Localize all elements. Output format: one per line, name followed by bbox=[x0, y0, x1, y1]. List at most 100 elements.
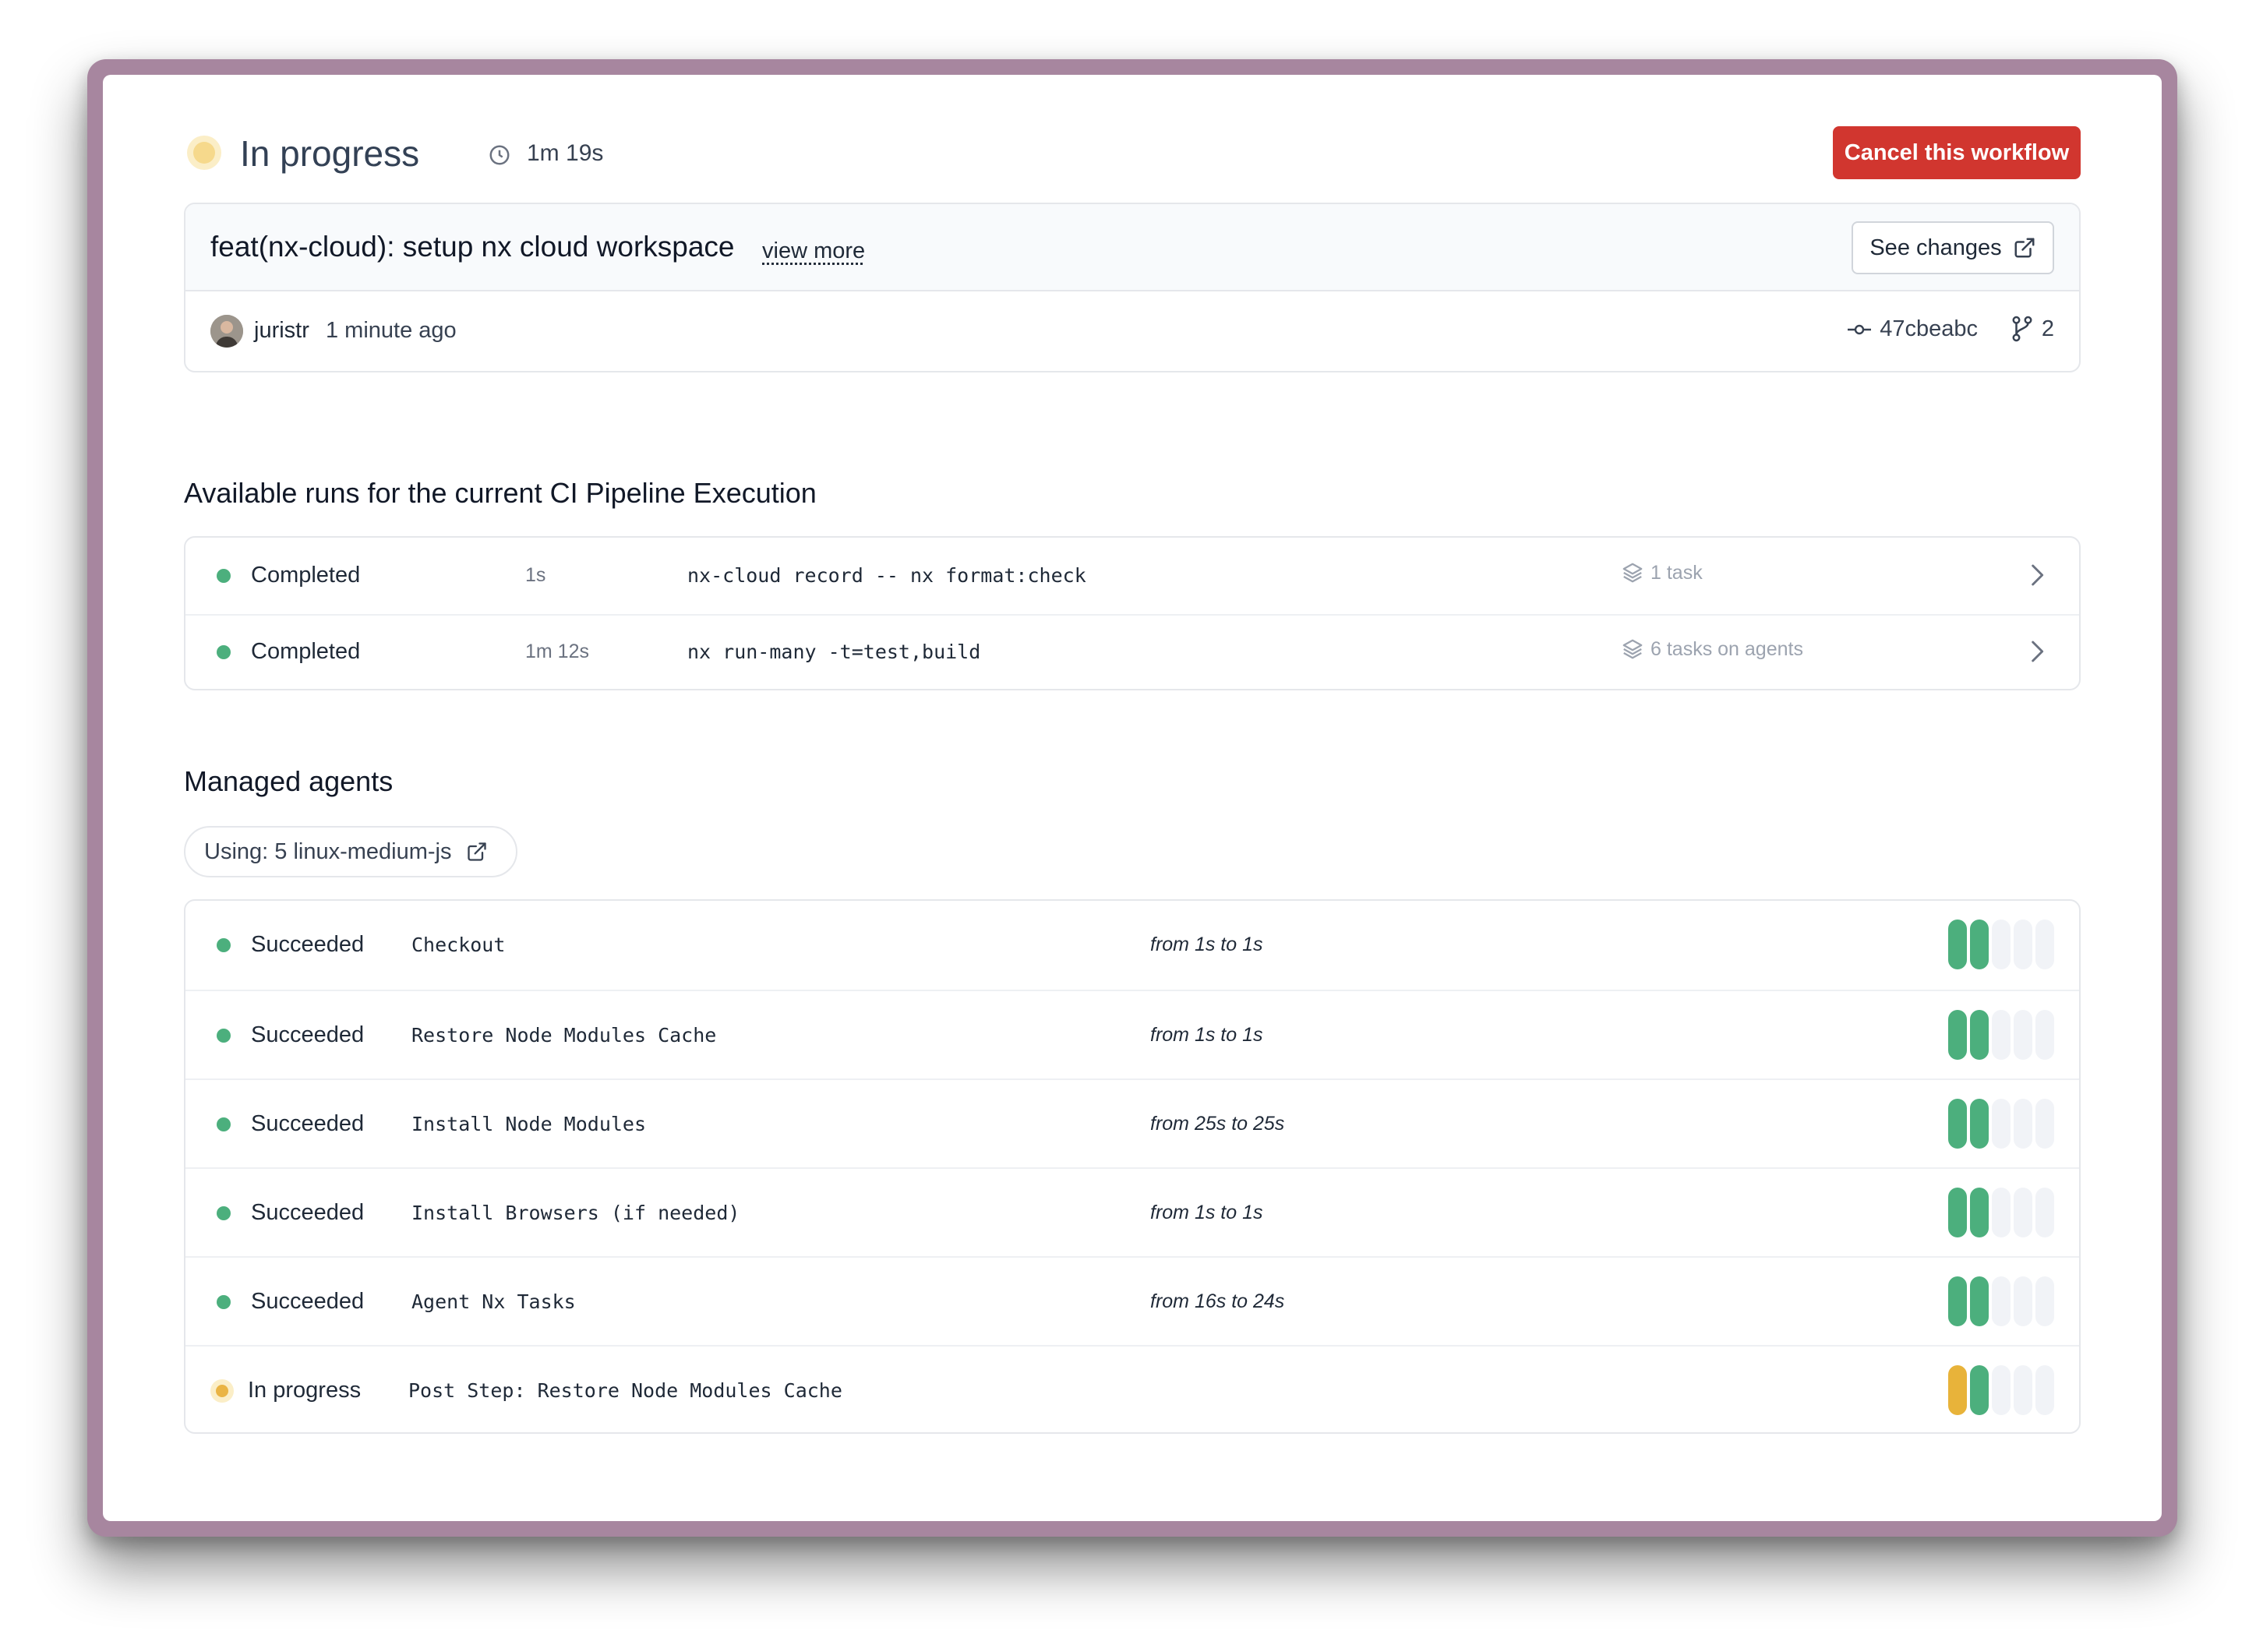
agent-step-range: from 25s to 25s bbox=[1150, 1113, 1285, 1135]
agent-bar bbox=[1970, 1099, 1989, 1149]
run-tasks-label: 6 tasks on agents bbox=[1650, 637, 1803, 660]
commit-hash-label: 47cbeabc bbox=[1880, 316, 1978, 341]
agent-step-row[interactable]: Succeeded Restore Node Modules Cache fro… bbox=[185, 990, 2079, 1078]
agent-bar bbox=[1948, 1099, 1967, 1149]
agent-step-name: Restore Node Modules Cache bbox=[411, 1024, 717, 1047]
agent-bar bbox=[1992, 920, 2011, 969]
agent-bar bbox=[1970, 1010, 1989, 1060]
agent-bar bbox=[1992, 1010, 2011, 1060]
clock-icon bbox=[489, 145, 510, 165]
branch-count[interactable]: 2 bbox=[2011, 315, 2054, 343]
run-duration: 1m 12s bbox=[525, 641, 589, 662]
agent-bar bbox=[1948, 920, 1967, 969]
agent-step-row[interactable]: Succeeded Agent Nx Tasks from 16s to 24s bbox=[185, 1256, 2079, 1345]
agent-bar bbox=[1992, 1099, 2011, 1149]
run-tasks: 6 tasks on agents bbox=[1621, 637, 1803, 661]
run-row[interactable]: Completed 1m 12s nx run-many -t=test,bui… bbox=[185, 614, 2079, 689]
agent-bar bbox=[1970, 1365, 1989, 1415]
agent-step-name: Install Node Modules bbox=[411, 1113, 647, 1135]
agent-bar bbox=[2014, 920, 2032, 969]
agent-step-range: from 1s to 1s bbox=[1150, 1024, 1263, 1046]
commit-meta: juristr 1 minute ago 47cbeabc 2 bbox=[185, 291, 2079, 371]
cancel-workflow-button[interactable]: Cancel this workflow bbox=[1833, 126, 2081, 179]
agent-step-row[interactable]: Succeeded Install Browsers (if needed) f… bbox=[185, 1167, 2079, 1256]
window-frame: In progress 1m 19s Cancel this workflow … bbox=[87, 59, 2177, 1537]
agent-bar bbox=[1948, 1010, 1967, 1060]
layers-icon bbox=[1622, 639, 1643, 659]
completed-status-icon bbox=[217, 569, 231, 583]
agent-bar bbox=[1970, 920, 1989, 969]
run-tasks-label: 1 task bbox=[1650, 561, 1703, 584]
run-status: Completed bbox=[251, 639, 361, 664]
succeeded-status-icon bbox=[217, 1206, 231, 1220]
agent-bar bbox=[1992, 1276, 2011, 1326]
agent-step-status: In progress bbox=[248, 1378, 362, 1403]
agent-bar bbox=[2014, 1099, 2032, 1149]
agent-bar bbox=[2035, 1365, 2054, 1415]
agent-step-status: Succeeded bbox=[251, 1022, 365, 1047]
agent-step-row[interactable]: Succeeded Install Node Modules from 25s … bbox=[185, 1078, 2079, 1167]
succeeded-status-icon bbox=[217, 1117, 231, 1131]
author-avatar bbox=[210, 315, 243, 348]
agent-bar bbox=[2035, 920, 2054, 969]
workflow-status-title: In progress bbox=[240, 133, 420, 174]
agent-step-range: from 16s to 24s bbox=[1150, 1290, 1285, 1312]
runs-list: Completed 1s nx-cloud record -- nx forma… bbox=[184, 536, 2081, 690]
agent-step-row[interactable]: Succeeded Checkout from 1s to 1s bbox=[185, 901, 2079, 990]
see-changes-label: See changes bbox=[1869, 235, 2002, 260]
agent-step-status: Succeeded bbox=[251, 932, 365, 957]
agent-bars bbox=[1948, 920, 2054, 969]
agent-bar bbox=[1992, 1188, 2011, 1237]
workflow-header: In progress 1m 19s Cancel this workflow bbox=[184, 126, 2081, 182]
agents-using-link[interactable]: Using: 5 linux-medium-js bbox=[184, 826, 517, 877]
agent-step-status: Succeeded bbox=[251, 1200, 365, 1225]
agent-step-row[interactable]: In progress Post Step: Restore Node Modu… bbox=[185, 1345, 2079, 1432]
agent-bar bbox=[1948, 1365, 1967, 1415]
agent-step-range: from 1s to 1s bbox=[1150, 934, 1263, 955]
see-changes-button[interactable]: See changes bbox=[1852, 221, 2054, 274]
agent-bar bbox=[2035, 1099, 2054, 1149]
commit-hash[interactable]: 47cbeabc bbox=[1847, 316, 1978, 342]
agent-bar bbox=[2035, 1010, 2054, 1060]
agent-step-name: Post Step: Restore Node Modules Cache bbox=[408, 1379, 842, 1402]
run-command: nx-cloud record -- nx format:check bbox=[687, 564, 1086, 587]
commit-message: feat(nx-cloud): setup nx cloud workspace bbox=[210, 231, 735, 263]
branch-count-label: 2 bbox=[2041, 316, 2054, 341]
in-progress-status-icon bbox=[210, 1379, 234, 1403]
git-commit-icon bbox=[1848, 324, 1872, 334]
agent-step-status: Succeeded bbox=[251, 1111, 365, 1136]
agent-step-name: Agent Nx Tasks bbox=[411, 1290, 576, 1313]
agent-bars bbox=[1948, 1010, 2054, 1060]
agents-using-label: Using: 5 linux-medium-js bbox=[204, 838, 452, 864]
workflow-duration: 1m 19s bbox=[527, 140, 604, 166]
agent-bar bbox=[1970, 1276, 1989, 1326]
run-command: nx run-many -t=test,build bbox=[687, 641, 981, 663]
agent-bar bbox=[2014, 1276, 2032, 1326]
commit-author[interactable]: juristr bbox=[254, 318, 309, 344]
runs-section-title: Available runs for the current CI Pipeli… bbox=[184, 477, 817, 509]
agent-bar bbox=[1970, 1188, 1989, 1237]
agent-bar bbox=[1992, 1365, 2011, 1415]
commit-time: 1 minute ago bbox=[326, 318, 457, 343]
run-row[interactable]: Completed 1s nx-cloud record -- nx forma… bbox=[185, 538, 2079, 614]
agents-list: Succeeded Checkout from 1s to 1s Succeed… bbox=[184, 899, 2081, 1434]
agent-bars bbox=[1948, 1276, 2054, 1326]
agent-step-name: Checkout bbox=[411, 934, 506, 956]
commit-card: feat(nx-cloud): setup nx cloud workspace… bbox=[184, 203, 2081, 372]
agent-step-range: from 1s to 1s bbox=[1150, 1202, 1263, 1223]
agents-section-title: Managed agents bbox=[184, 765, 394, 797]
agent-bars bbox=[1948, 1099, 2054, 1149]
agent-bars bbox=[1948, 1188, 2054, 1237]
view-more-link[interactable]: view more bbox=[762, 238, 865, 264]
agent-bar bbox=[2014, 1365, 2032, 1415]
external-link-icon bbox=[467, 842, 486, 861]
succeeded-status-icon bbox=[217, 938, 231, 952]
agent-step-status: Succeeded bbox=[251, 1289, 365, 1314]
agent-bar bbox=[2014, 1010, 2032, 1060]
completed-status-icon bbox=[217, 645, 231, 659]
agent-bar bbox=[1948, 1276, 1967, 1326]
external-link-icon bbox=[2014, 238, 2035, 258]
agent-bar bbox=[2035, 1188, 2054, 1237]
agent-bar bbox=[1948, 1188, 1967, 1237]
in-progress-status-icon bbox=[187, 136, 221, 170]
